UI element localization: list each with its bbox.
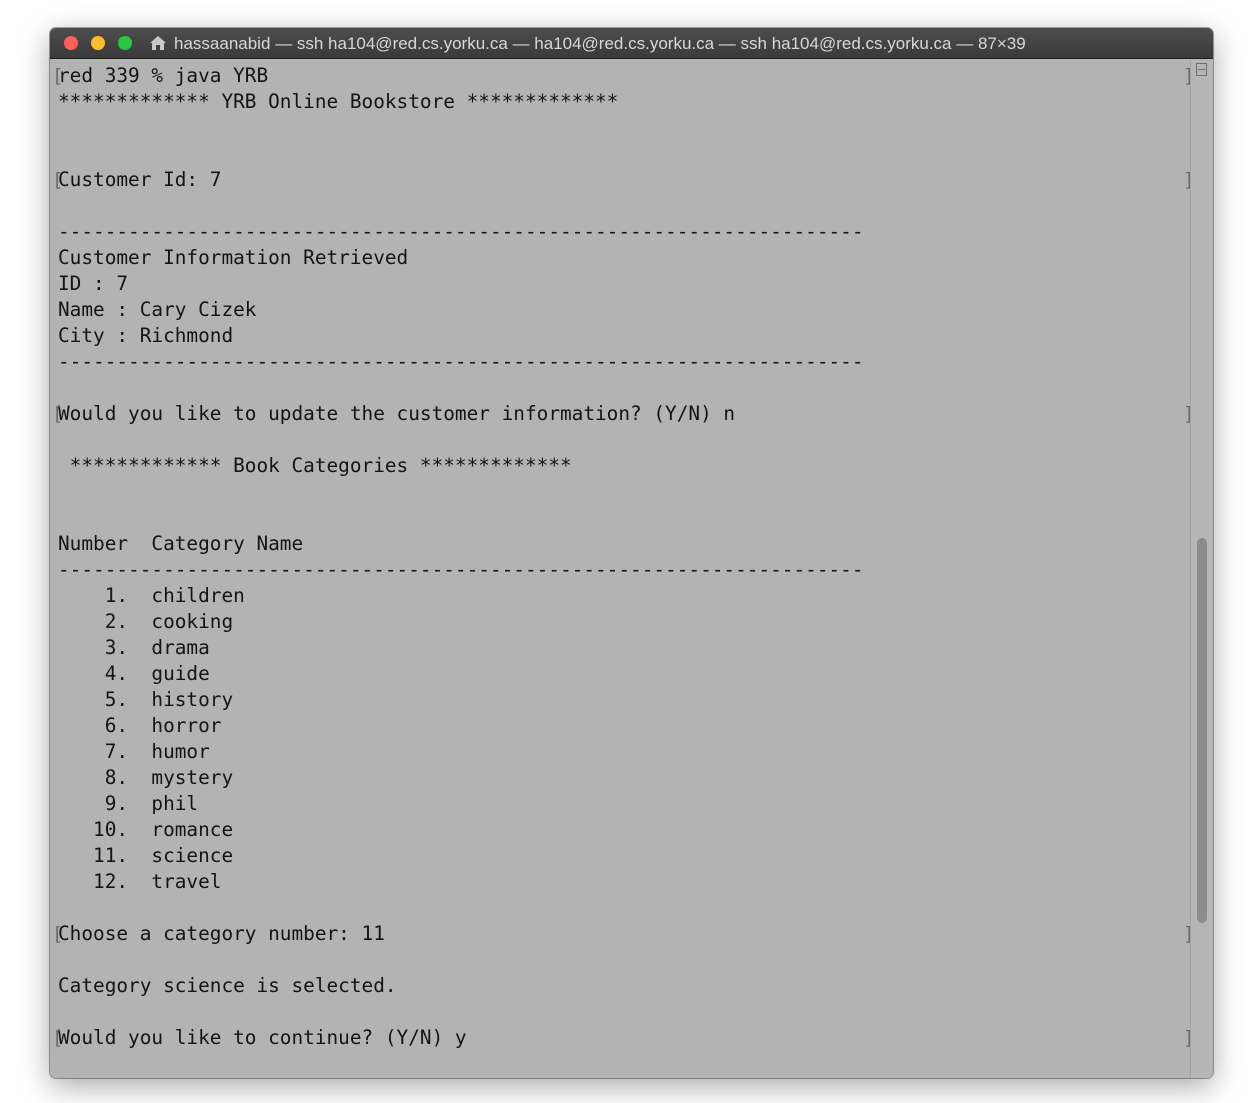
- terminal-line: 5. history: [58, 688, 234, 711]
- terminal-line: red 339 % java YRB: [58, 64, 269, 87]
- terminal-line: 10. romance: [58, 818, 234, 841]
- home-icon: [150, 36, 166, 50]
- prompt-mark-left: [: [52, 169, 64, 191]
- terminal-line: ID : 7: [58, 272, 129, 295]
- terminal-line: 2. cooking: [58, 610, 234, 633]
- terminal-line: Number Category Name: [58, 532, 304, 555]
- terminal-line: ----------------------------------------…: [58, 220, 864, 243]
- terminal-line: 11. science: [58, 844, 234, 867]
- terminal-line: City : Richmond: [58, 324, 234, 347]
- terminal-line: 9. phil: [58, 792, 199, 815]
- window-title: hassaanabid — ssh ha104@red.cs.yorku.ca …: [174, 34, 1026, 53]
- terminal-line: ************* Book Categories **********…: [58, 454, 572, 477]
- scrollbar-thumb[interactable]: [1197, 538, 1207, 923]
- terminal-line: 12. travel: [58, 870, 222, 893]
- terminal-line: Name : Cary Cizek: [58, 298, 257, 321]
- terminal-line: Customer Information Retrieved: [58, 246, 409, 269]
- terminal-line: Choose a category number: 11: [58, 922, 385, 945]
- terminal-line: Would you like to update the customer in…: [58, 402, 736, 425]
- vertical-scrollbar[interactable]: [1190, 59, 1213, 1078]
- terminal-line: ----------------------------------------…: [58, 350, 864, 373]
- maximize-button[interactable]: [118, 36, 132, 50]
- prompt-mark-left: [: [52, 923, 64, 945]
- split-pane-icon[interactable]: [1196, 63, 1207, 76]
- terminal-line: 6. horror: [58, 714, 222, 737]
- minimize-button[interactable]: [91, 36, 105, 50]
- terminal-line: Would you like to continue? (Y/N) y: [58, 1026, 467, 1049]
- close-button[interactable]: [64, 36, 78, 50]
- terminal-line: 4. guide: [58, 662, 210, 685]
- terminal-line: 8. mystery: [58, 766, 234, 789]
- terminal-line: Category science is selected.: [58, 974, 397, 997]
- terminal-line: ----------------------------------------…: [58, 558, 864, 581]
- title-bar[interactable]: hassaanabid — ssh ha104@red.cs.yorku.ca …: [50, 28, 1213, 59]
- terminal-output[interactable]: red 339 % java YRB ************* YRB Onl…: [50, 59, 1194, 1078]
- prompt-mark-left: [: [52, 65, 64, 87]
- terminal-line: ************* YRB Online Bookstore *****…: [58, 90, 619, 113]
- terminal-line: Customer Id: 7: [58, 168, 222, 191]
- terminal-line: 7. humor: [58, 740, 210, 763]
- prompt-mark-left: [: [52, 1027, 64, 1049]
- terminal-window: hassaanabid — ssh ha104@red.cs.yorku.ca …: [50, 28, 1213, 1078]
- terminal-line: 3. drama: [58, 636, 210, 659]
- prompt-mark-left: [: [52, 403, 64, 425]
- terminal-line: 1. children: [58, 584, 245, 607]
